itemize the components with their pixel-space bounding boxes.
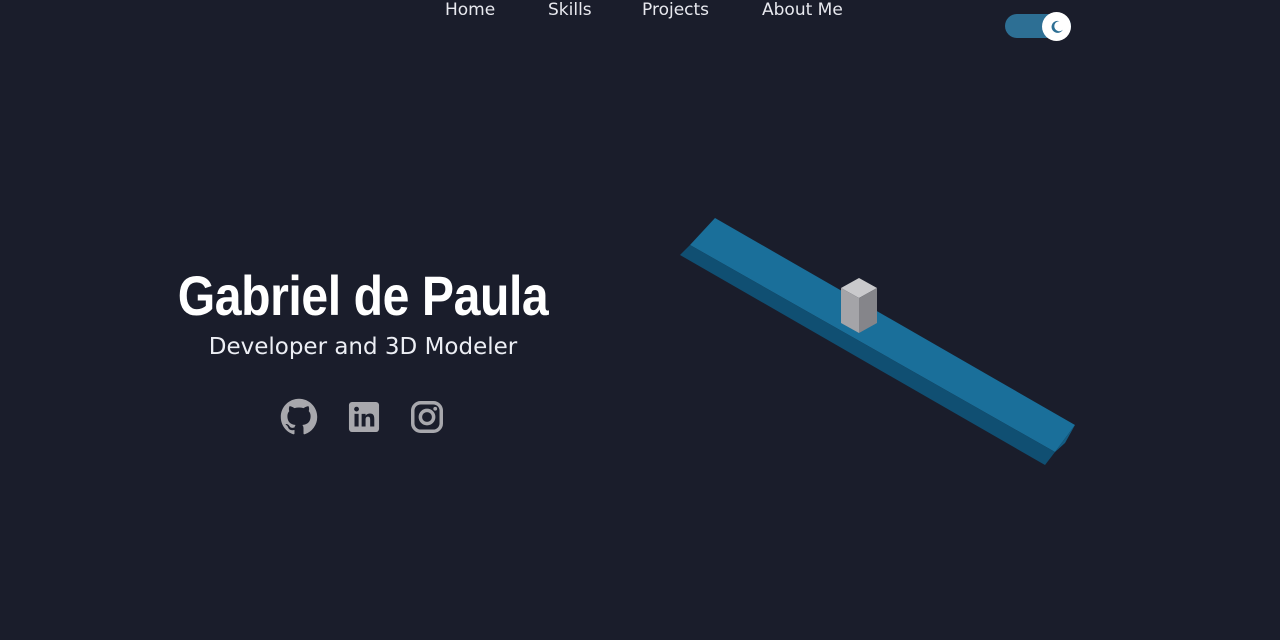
nav-link-about-me[interactable]: About Me [762,0,843,20]
hero-title: Gabriel de Paula [177,264,549,327]
instagram-icon [411,401,443,433]
toggle-knob [1042,12,1071,41]
instagram-link[interactable] [408,398,446,436]
hero: Gabriel de Paula Developer and 3D Modele… [143,260,583,362]
3d-model-scene[interactable] [660,200,1100,490]
moon-icon [1051,20,1063,33]
hero-subtitle: Developer and 3D Modeler [208,334,518,360]
navbar: Home Skills Projects About Me [0,0,1280,52]
nav-link-skills[interactable]: Skills [548,0,592,20]
github-icon [280,398,318,435]
beam-side-face [680,245,1055,465]
nav-link-home[interactable]: Home [445,0,495,20]
page: Home Skills Projects About Me Gabriel de… [0,0,1280,640]
linkedin-icon [348,401,380,433]
linkedin-link[interactable] [345,398,383,436]
theme-toggle[interactable] [1005,12,1071,41]
social-links [280,398,450,438]
github-link[interactable] [280,398,318,436]
beam-top-face [690,218,1075,452]
nav-link-projects[interactable]: Projects [642,0,709,20]
